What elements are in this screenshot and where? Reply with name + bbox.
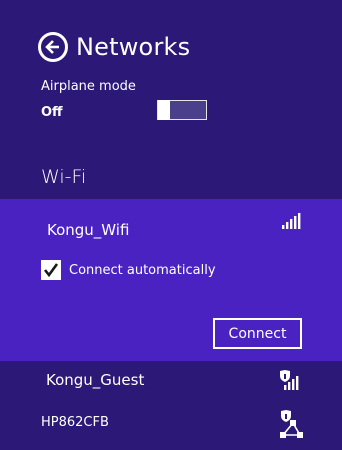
back-arrow-icon[interactable] [38,32,68,62]
wifi-signal-shield-icon [280,370,299,390]
connect-automatically-row[interactable]: Connect automatically [41,260,216,280]
connect-button[interactable]: Connect [213,318,302,349]
network-name-kongu-wifi[interactable]: Kongu_Wifi [47,221,129,239]
adhoc-network-shield-icon [280,410,303,438]
network-name-hp862cfb[interactable]: HP862CFB [41,415,109,430]
page-title: Networks [76,33,191,61]
airplane-mode-toggle[interactable] [157,100,207,120]
connect-automatically-checkbox[interactable] [41,260,61,280]
wifi-section-title: Wi-Fi [41,166,87,188]
connect-automatically-label: Connect automatically [69,262,216,278]
toggle-thumb [158,100,170,120]
checkmark-icon [43,263,59,278]
airplane-mode-label: Airplane mode [41,79,136,94]
wifi-signal-icon [282,213,301,229]
network-name-kongu-guest[interactable]: Kongu_Guest [46,371,144,389]
airplane-mode-state: Off [41,105,63,120]
header: Networks [38,30,190,64]
